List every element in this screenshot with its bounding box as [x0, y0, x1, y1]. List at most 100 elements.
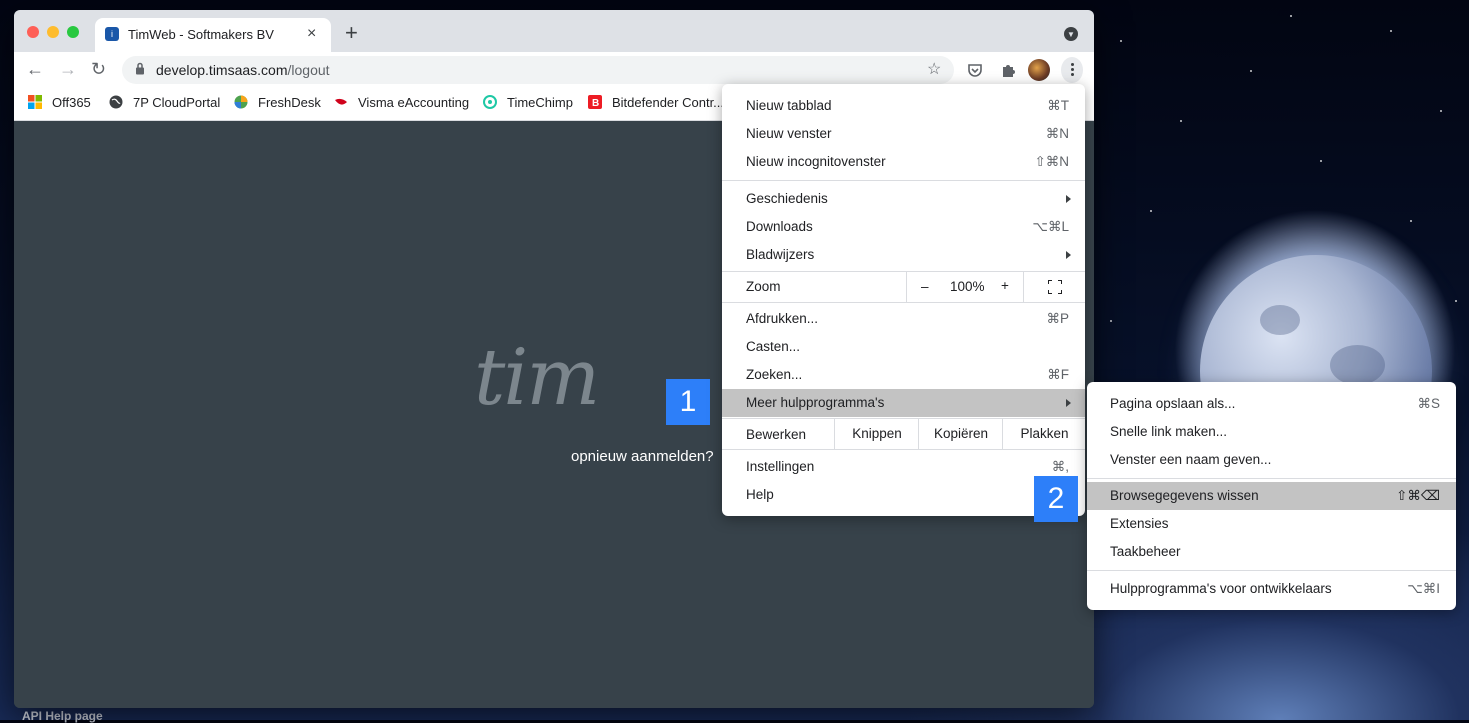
tim-logo: tim	[474, 333, 600, 423]
chrome-menu-button[interactable]	[1061, 57, 1083, 83]
maximize-window-button[interactable]	[67, 26, 79, 38]
bookmark-bitdefender[interactable]: B Bitdefender Contr...	[588, 95, 724, 110]
cut-button[interactable]: Knippen	[834, 419, 919, 449]
bookmark-off365[interactable]: Off365	[28, 95, 91, 110]
bookmark-timechimp[interactable]: TimeChimp	[483, 95, 573, 110]
menu-item-shortcut: ⌘P	[1046, 311, 1069, 326]
menu-separator	[722, 180, 1085, 181]
step-marker-1: 1	[666, 379, 710, 425]
zoom-controls: – 100% +	[906, 272, 1023, 302]
bookmark-label: 7P CloudPortal	[133, 95, 221, 110]
edit-label: Bewerken	[746, 427, 807, 442]
minimize-window-button[interactable]	[47, 26, 59, 38]
menu-item-new-window[interactable]: Nieuw venster ⌘N	[722, 120, 1085, 148]
menu-item-shortcut: ⌘T	[1047, 98, 1069, 113]
menu-item-shortcut: ⌘S	[1417, 396, 1440, 411]
menu-item-label: Help	[746, 487, 774, 502]
timechimp-icon	[483, 95, 497, 109]
close-window-button[interactable]	[27, 26, 39, 38]
bookmark-visma[interactable]: Visma eAccounting	[334, 95, 469, 110]
url-text: develop.timsaas.com/logout	[156, 62, 330, 78]
close-tab-icon[interactable]: ×	[307, 25, 316, 43]
menu-item-history[interactable]: Geschiedenis	[722, 185, 1085, 213]
menu-item-find[interactable]: Zoeken... ⌘F	[722, 361, 1085, 389]
menu-item-label: Snelle link maken...	[1110, 424, 1228, 439]
menu-item-label: Hulpprogramma's voor ontwikkelaars	[1110, 581, 1332, 596]
menu-item-label: Instellingen	[746, 459, 815, 474]
bookmark-label: Off365	[52, 95, 91, 110]
menu-item-label: Casten...	[746, 339, 801, 354]
menu-item-downloads[interactable]: Downloads ⌥⌘L	[722, 213, 1085, 241]
submenu-arrow-icon	[1066, 251, 1071, 259]
menu-item-shortcut: ⌘F	[1047, 367, 1069, 382]
lock-icon	[136, 62, 144, 75]
forward-arrow-icon[interactable]: →	[59, 59, 77, 79]
more-tools-submenu: Pagina opslaan als... ⌘S Snelle link mak…	[1087, 382, 1456, 610]
menu-item-incognito[interactable]: Nieuw incognitovenster ⇧⌘N	[722, 148, 1085, 176]
menu-item-shortcut: ⌘,	[1051, 459, 1069, 474]
menu-item-help[interactable]: Help	[722, 481, 1085, 509]
toolbar: ← → ↻ develop.timsaas.com/logout ☆	[14, 52, 1094, 88]
url-path: /logout	[287, 62, 330, 78]
zoom-in-button[interactable]: +	[1001, 278, 1009, 293]
submenu-item-quick-link[interactable]: Snelle link maken...	[1087, 418, 1456, 446]
extensions-puzzle-icon[interactable]	[999, 61, 1017, 79]
menu-item-label: Afdrukken...	[746, 311, 819, 326]
bookmark-star-icon[interactable]: ☆	[927, 59, 941, 79]
menu-item-label: Downloads	[746, 219, 813, 234]
zoom-out-button[interactable]: –	[921, 279, 929, 294]
freshdesk-icon	[234, 95, 248, 109]
menu-item-new-tab[interactable]: Nieuw tabblad ⌘T	[722, 92, 1085, 120]
menu-item-shortcut: ⌥⌘L	[1032, 219, 1069, 234]
submenu-item-clear-browsing-data[interactable]: Browsegegevens wissen ⇧⌘⌫	[1087, 482, 1456, 510]
address-bar[interactable]: develop.timsaas.com/logout ☆	[122, 56, 954, 84]
submenu-item-extensions[interactable]: Extensies	[1087, 510, 1456, 538]
submenu-item-task-manager[interactable]: Taakbeheer	[1087, 538, 1456, 566]
tab-title: TimWeb - Softmakers BV	[128, 27, 274, 42]
relogin-link[interactable]: opnieuw aanmelden?	[571, 448, 714, 465]
bookmark-label: Bitdefender Contr...	[612, 95, 725, 110]
menu-item-label: Geschiedenis	[746, 191, 828, 206]
desktop-icon-label[interactable]: API Help page	[22, 709, 103, 723]
menu-separator	[722, 302, 1085, 303]
menu-item-shortcut: ⌘N	[1045, 126, 1069, 141]
menu-item-label: Browsegegevens wissen	[1110, 488, 1259, 503]
menu-item-label: Bladwijzers	[746, 247, 815, 262]
submenu-item-developer-tools[interactable]: Hulpprogramma's voor ontwikkelaars ⌥⌘I	[1087, 575, 1456, 603]
pocket-icon[interactable]	[966, 61, 984, 79]
menu-item-more-tools[interactable]: Meer hulpprogramma's	[722, 389, 1085, 417]
menu-edit-row: Bewerken Knippen Kopiëren Plakken	[722, 419, 1085, 449]
menu-item-label: Zoeken...	[746, 367, 803, 382]
submenu-item-save-page[interactable]: Pagina opslaan als... ⌘S	[1087, 390, 1456, 418]
menu-item-settings[interactable]: Instellingen ⌘,	[722, 453, 1085, 481]
new-tab-button[interactable]: +	[345, 22, 358, 44]
menu-separator	[1087, 478, 1456, 479]
menu-item-label: Pagina opslaan als...	[1110, 396, 1236, 411]
bookmark-label: Visma eAccounting	[358, 95, 470, 110]
visma-icon	[335, 98, 347, 105]
menu-item-label: Nieuw tabblad	[746, 98, 832, 113]
menu-zoom-row: Zoom – 100% +	[722, 272, 1085, 302]
copy-button[interactable]: Kopiëren	[918, 419, 1003, 449]
back-arrow-icon[interactable]: ←	[26, 59, 44, 79]
tab-timweb[interactable]: i TimWeb - Softmakers BV ×	[95, 18, 331, 52]
menu-item-bookmarks[interactable]: Bladwijzers	[722, 241, 1085, 269]
menu-item-label: Venster een naam geven...	[1110, 452, 1272, 467]
menu-item-cast[interactable]: Casten...	[722, 333, 1085, 361]
profile-avatar[interactable]	[1028, 59, 1050, 81]
tab-search-icon[interactable]: ▼	[1064, 27, 1078, 41]
bookmark-7p-cloudportal[interactable]: 7P CloudPortal	[109, 95, 220, 110]
menu-separator	[722, 449, 1085, 450]
menu-item-print[interactable]: Afdrukken... ⌘P	[722, 305, 1085, 333]
reload-icon[interactable]: ↻	[91, 59, 106, 79]
office-icon	[28, 95, 42, 109]
timweb-favicon-icon: i	[105, 27, 119, 41]
globe-icon	[109, 95, 123, 109]
submenu-item-name-window[interactable]: Venster een naam geven...	[1087, 446, 1456, 474]
menu-item-shortcut: ⌥⌘I	[1407, 581, 1440, 596]
bookmark-freshdesk[interactable]: FreshDesk	[234, 95, 321, 110]
paste-button[interactable]: Plakken	[1002, 419, 1086, 449]
zoom-level: 100%	[950, 279, 985, 294]
url-domain: develop.timsaas.com	[156, 62, 288, 78]
fullscreen-button[interactable]	[1023, 272, 1086, 302]
